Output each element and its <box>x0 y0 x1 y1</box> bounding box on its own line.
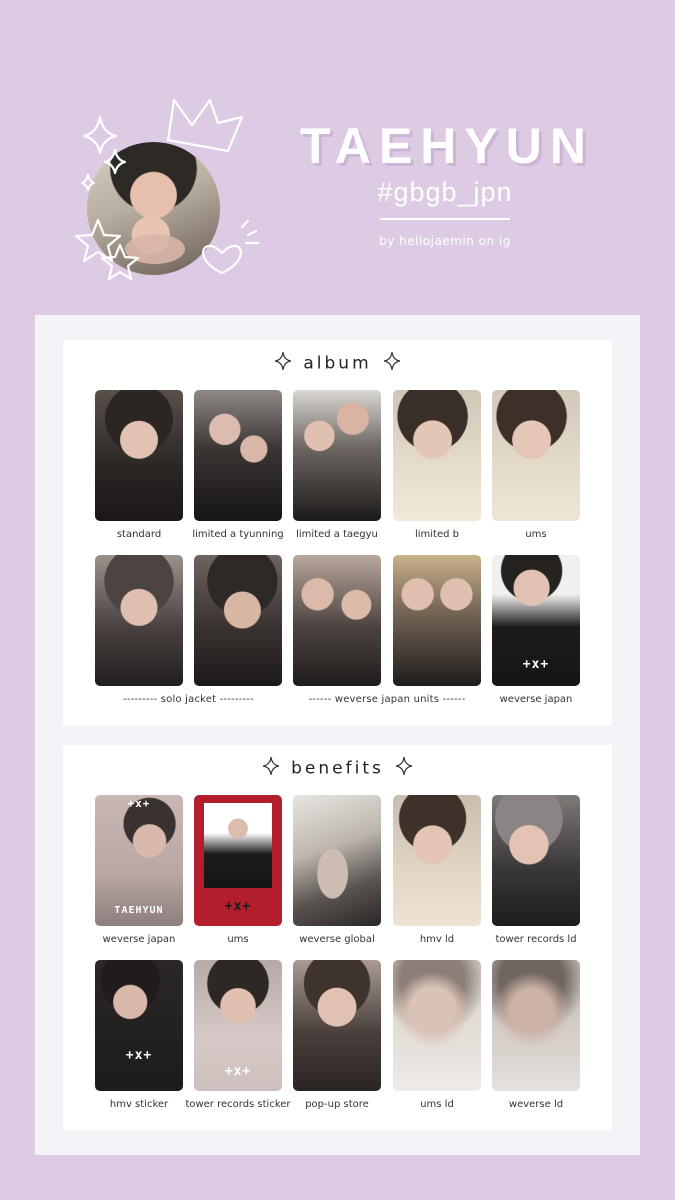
album-section: album standard limited a tyunning limite… <box>63 340 612 725</box>
photocard-blurred[interactable] <box>492 960 580 1091</box>
sparkle-icon <box>395 756 412 780</box>
group-logo: +x+ <box>522 657 550 672</box>
photocard[interactable] <box>194 390 282 521</box>
star-icon <box>100 243 140 281</box>
photocard[interactable] <box>293 960 381 1091</box>
sparkle-icon <box>103 148 127 175</box>
photocard[interactable] <box>293 390 381 521</box>
group-caption: ------ weverse japan units ------ <box>308 694 466 705</box>
doodle-decorations <box>74 98 260 281</box>
card-caption: hmv sticker <box>109 1099 169 1110</box>
sparkle-icon <box>80 173 96 192</box>
group-caption: --------- solo jacket --------- <box>123 694 254 705</box>
benefits-title: benefits <box>291 758 384 779</box>
card-caption: limited a taegyu <box>296 529 378 540</box>
photocard[interactable]: +x+ TAEHYUN <box>95 795 183 926</box>
sparkle-icon <box>275 351 292 375</box>
card-caption: ums <box>525 529 547 540</box>
photocard[interactable] <box>293 795 381 926</box>
group-logo: +x+ <box>125 1048 153 1063</box>
album-title: album <box>303 353 372 374</box>
card-caption: weverse japan <box>499 694 573 705</box>
photocard[interactable] <box>492 795 580 926</box>
card-caption: pop-up store <box>305 1099 369 1110</box>
card-caption: tower records sticker <box>185 1099 291 1110</box>
group-logo: +x+ <box>127 797 151 810</box>
card-caption: weverse ld <box>508 1099 564 1110</box>
card-caption: tower records ld <box>495 934 577 945</box>
content-panel: album standard limited a tyunning limite… <box>35 315 640 1155</box>
photocard[interactable] <box>393 555 481 686</box>
page-title: TAEHYUN <box>300 118 594 174</box>
card-photo <box>204 803 272 888</box>
photocard[interactable] <box>293 555 381 686</box>
header: TAEHYUN #gbgb_jpn by hellojaemin on ig <box>0 0 675 300</box>
credit-text: by hellojaemin on ig <box>379 234 511 248</box>
card-caption: weverse japan <box>102 934 176 945</box>
photocard[interactable] <box>492 390 580 521</box>
card-caption: ums <box>227 934 249 945</box>
photocard[interactable] <box>393 390 481 521</box>
hashtag: #gbgb_jpn <box>377 177 513 207</box>
title-underline <box>380 218 510 220</box>
sparkle-icon <box>383 351 400 375</box>
title-block: TAEHYUN #gbgb_jpn by hellojaemin on ig <box>300 118 590 248</box>
photocard[interactable]: +x+ <box>194 960 282 1091</box>
photocard[interactable]: +x+ <box>194 795 282 926</box>
card-name-print: TAEHYUN <box>114 905 164 916</box>
card-caption: standard <box>116 529 162 540</box>
heart-icon <box>202 244 242 275</box>
card-caption: limited a tyunning <box>192 529 284 540</box>
sparkle-icon <box>263 756 280 780</box>
photocard[interactable] <box>95 390 183 521</box>
photocard[interactable]: +x+ <box>492 555 580 686</box>
card-caption: weverse global <box>299 934 375 945</box>
card-caption: limited b <box>414 529 460 540</box>
group-logo: +x+ <box>224 899 252 914</box>
photocard[interactable] <box>393 795 481 926</box>
photocard[interactable] <box>95 555 183 686</box>
benefits-section: benefits +x+ TAEHYUN weverse japan +x+ u… <box>63 745 612 1130</box>
section-title: benefits <box>63 756 612 780</box>
crown-icon <box>166 98 244 153</box>
card-caption: hmv ld <box>419 934 455 945</box>
photocard[interactable]: +x+ <box>95 960 183 1091</box>
group-logo: +x+ <box>224 1064 252 1079</box>
section-title: album <box>63 351 612 375</box>
card-caption: ums ld <box>420 1099 454 1110</box>
photocard-blurred[interactable] <box>393 960 481 1091</box>
photocard[interactable] <box>194 555 282 686</box>
profile-avatar-group <box>70 95 260 285</box>
star-icon <box>74 218 122 263</box>
sparkle-icon <box>82 115 118 155</box>
